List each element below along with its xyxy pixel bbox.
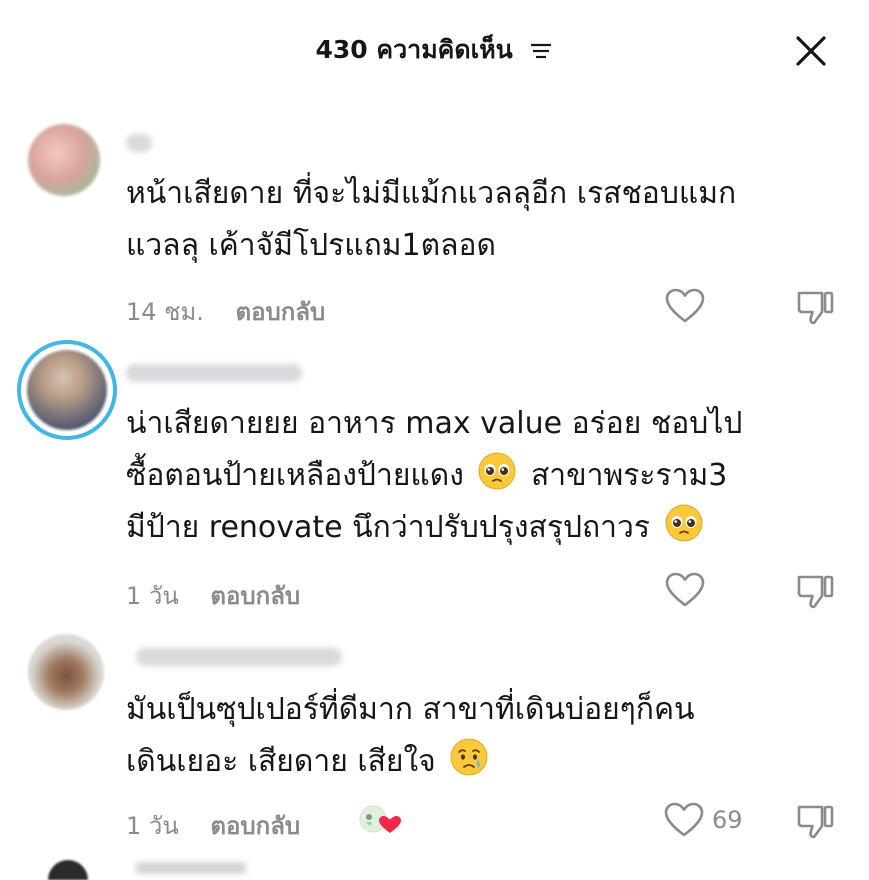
next-username-peek [136,862,246,874]
creator-liked-avatar-heart-icon [359,805,401,833]
username-blurred[interactable] [126,134,152,152]
username-blurred[interactable] [126,364,302,382]
pleading-face-emoji-icon [665,504,703,542]
comment-meta: 1 วัน ตอบกลับ [126,576,300,615]
thumbs-down-icon[interactable] [796,571,836,609]
comment-meta: 14 ชม. ตอบกลับ [126,292,325,331]
avatar-story-ring[interactable] [17,340,117,440]
thumbs-down-icon[interactable] [796,287,836,325]
avatar[interactable] [28,124,100,196]
avatar [27,350,107,430]
next-comment-peek [48,860,88,880]
heart-like-icon[interactable] [665,572,705,608]
comments-header: 430 ความคิดเห็น [0,0,869,100]
comments-count-title: 430 ความคิดเห็น [0,30,869,70]
reply-button[interactable]: ตอบกลับ [210,582,300,610]
reply-button[interactable]: ตอบกลับ [210,812,300,840]
heart-like-icon[interactable] [664,802,704,838]
filter-lines-icon[interactable] [529,42,553,60]
username-blurred[interactable] [136,648,342,666]
comment-time: 14 ชม. [126,298,204,326]
comment-text: หน้าเสียดาย ที่จะไม่มีแม้กแวลลุอีก เรสชอ… [126,176,737,263]
reply-button[interactable]: ตอบกลับ [236,298,326,326]
comment-text: มันเป็นซุปเปอร์ที่ดีมาก สาขาที่เดินบ่อยๆ… [126,692,695,779]
comment-meta: 1 วัน ตอบกลับ [126,806,300,845]
comment-time: 1 วัน [126,812,179,840]
heart-like-icon[interactable] [665,288,705,324]
crying-face-emoji-icon [450,738,488,776]
thumbs-down-icon[interactable] [796,801,836,839]
pleading-face-emoji-icon [478,452,516,490]
close-icon[interactable] [794,34,828,68]
avatar[interactable] [28,634,104,710]
comment-text: น่าเสียดายยย อาหาร max value อร่อย ชอบไป… [126,406,743,545]
comment-time: 1 วัน [126,582,179,610]
like-count: 69 [712,806,743,834]
